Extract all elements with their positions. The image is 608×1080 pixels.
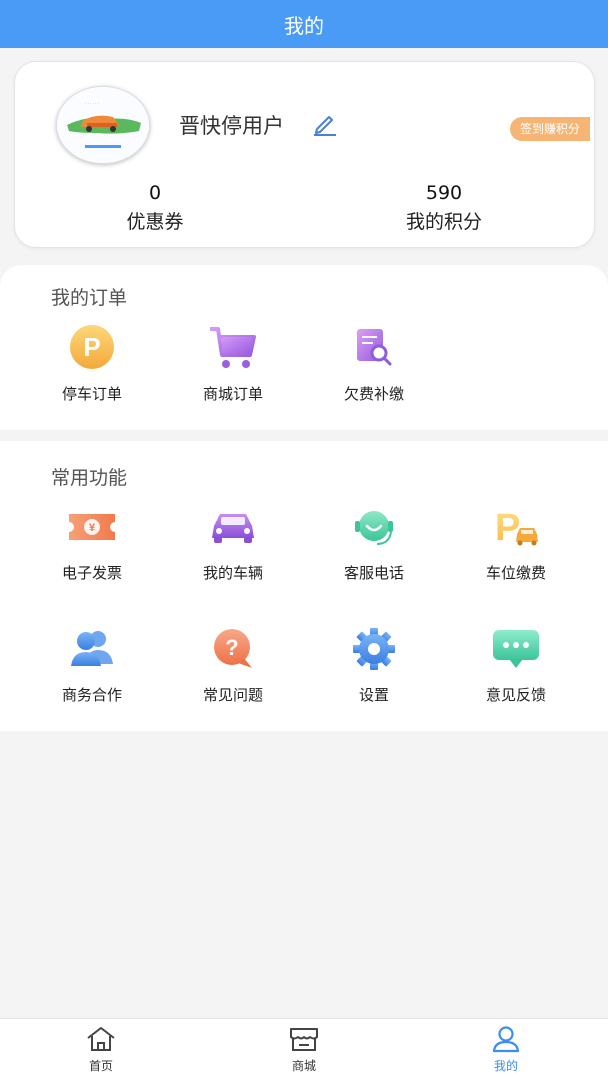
arrears-payment-item[interactable]: 欠费补缴	[304, 325, 444, 404]
avatar[interactable]: · · · · · ·	[56, 86, 150, 164]
tab-mall-label: 商城	[291, 1059, 316, 1073]
my-vehicles-item[interactable]: 我的车辆	[163, 504, 303, 583]
chat-bubble-icon	[493, 630, 539, 668]
common-section-title: 常用功能	[51, 467, 128, 489]
my-vehicles-label: 我的车辆	[202, 564, 263, 582]
faq-item[interactable]: ? 常见问题	[163, 626, 303, 705]
faq-label: 常见问题	[202, 686, 263, 704]
settings-label: 设置	[358, 686, 389, 704]
document-search-icon	[357, 329, 392, 366]
business-cooperation-label: 商务合作	[61, 686, 122, 704]
tab-home[interactable]: 首页	[41, 1025, 161, 1074]
orders-section: 我的订单 P 停车订单 商城订单 欠费补缴	[0, 265, 608, 430]
top-bar: 我的	[0, 0, 608, 48]
svg-text:· · · · · ·: · · · · · ·	[85, 101, 99, 106]
arrears-payment-label: 欠费补缴	[343, 385, 404, 403]
feedback-label: 意见反馈	[485, 686, 546, 704]
tab-home-label: 首页	[88, 1059, 113, 1073]
user-icon	[492, 1026, 520, 1053]
coupons-count: 0	[148, 182, 162, 204]
headset-icon	[355, 511, 393, 545]
points-count: 590	[425, 182, 463, 204]
checkin-badge[interactable]: 签到赚积分	[510, 117, 591, 141]
tab-mall[interactable]: 商城	[244, 1025, 364, 1074]
parking-space-payment-item[interactable]: P 车位缴费	[446, 504, 586, 583]
settings-item[interactable]: 设置	[304, 626, 444, 705]
mall-orders-label: 商城订单	[202, 385, 263, 403]
gear-icon	[353, 628, 395, 670]
invoice-ticket-icon: ¥	[69, 514, 115, 540]
e-invoice-label: 电子发票	[61, 564, 122, 582]
business-cooperation-item[interactable]: 商务合作	[22, 626, 162, 705]
customer-service-item[interactable]: 客服电话	[304, 504, 444, 583]
svg-text:¥: ¥	[89, 522, 96, 534]
svg-text:?: ?	[225, 635, 238, 660]
coupons-label: 优惠券	[126, 211, 184, 233]
bottom-tab-bar: 首页 商城 我的	[0, 1018, 608, 1080]
tab-mine-label: 我的	[493, 1059, 518, 1073]
page-title: 我的	[284, 13, 324, 38]
home-icon	[87, 1027, 115, 1051]
customer-service-label: 客服电话	[343, 564, 404, 582]
common-functions-section: 常用功能 ¥ 电子发票 我的车辆 客服电话 P 车位缴费 商务合作 ? 常见问题…	[0, 441, 608, 731]
points-stat[interactable]: 590 我的积分	[344, 180, 544, 238]
parking-orders-item[interactable]: P 停车订单	[22, 325, 162, 404]
question-bubble-icon: ?	[214, 629, 252, 668]
parking-icon: P	[70, 325, 114, 369]
e-invoice-item[interactable]: ¥ 电子发票	[22, 504, 162, 583]
parking-space-payment-label: 车位缴费	[485, 564, 546, 582]
edit-icon[interactable]	[312, 111, 338, 137]
parking-car-icon: P	[495, 507, 538, 549]
cart-icon	[210, 327, 256, 368]
profile-card: · · · · · · 晋快停用户 签到赚积分 0 优惠券 590 我的积分	[14, 61, 595, 248]
parking-orders-label: 停车订单	[61, 385, 122, 403]
car-icon	[212, 514, 254, 543]
svg-text:P: P	[83, 332, 100, 362]
tab-mine[interactable]: 我的	[446, 1025, 566, 1074]
store-icon	[290, 1028, 318, 1051]
mall-orders-item[interactable]: 商城订单	[163, 325, 303, 404]
feedback-item[interactable]: 意见反馈	[446, 626, 586, 705]
points-label: 我的积分	[405, 211, 482, 233]
username: 晋快停用户	[179, 114, 284, 138]
orders-section-title: 我的订单	[51, 287, 128, 309]
coupons-stat[interactable]: 0 优惠券	[55, 180, 255, 238]
users-icon	[71, 631, 113, 666]
svg-text:P: P	[495, 507, 520, 549]
